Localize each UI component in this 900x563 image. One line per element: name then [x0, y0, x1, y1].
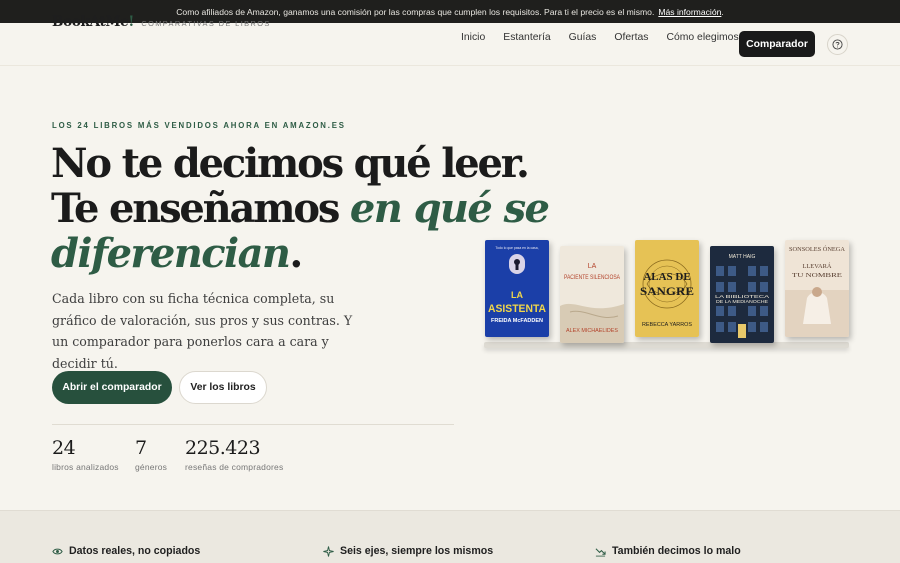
book-title-1: LA — [588, 263, 597, 270]
nav-link-inicio[interactable]: Inicio — [461, 32, 485, 43]
nav-link-como-elegimos[interactable]: Cómo elegimos — [666, 32, 738, 43]
book-cover-alas-de-sangre[interactable]: ALAS DE SANGRE REBECCA YARROS — [635, 240, 699, 337]
eye-icon — [52, 548, 63, 554]
feature-six-axes: Seis ejes, siempre los mismos — [323, 545, 493, 557]
book-cover-art: LA PACIENTE SILENCIOSA ALEX MICHAELIDES — [560, 246, 624, 343]
stat-genres: 7 géneros — [135, 437, 167, 472]
feature-label: Datos reales, no copiados — [69, 545, 201, 557]
book-cover-la-asistenta[interactable]: Todo lo que pasa en la casa, LA ASISTENT… — [485, 240, 549, 337]
book-title-1: ALAS DE — [643, 271, 690, 283]
stats-divider — [52, 424, 454, 425]
stat-label: géneros — [135, 462, 168, 472]
feature-label: También decimos lo malo — [612, 545, 741, 557]
book-title-2: TU NOMBRE — [792, 272, 842, 279]
hero-description: Cada libro con su ficha técnica completa… — [52, 291, 353, 371]
brand-exclamation: ! — [128, 14, 135, 30]
stat-books: 24 libros analizados — [52, 437, 119, 472]
nav-link-estanteria[interactable]: Estantería — [503, 32, 550, 43]
comparador-button[interactable]: Comparador — [739, 31, 815, 57]
hero-title-line2-accent: en qué se — [349, 185, 550, 232]
stat-reviews: 225.423 reseñas de compradores — [185, 437, 283, 472]
nav-link-guias[interactable]: Guías — [569, 32, 597, 43]
book-cover-la-biblioteca-de-la-medianoche[interactable]: MATT HAIG LA BIBLIOTECA DE LA MEDIANOCHE — [710, 246, 774, 343]
question-circle-icon — [832, 39, 843, 50]
hero-eyebrow: LOS 24 LIBROS MÁS VENDIDOS AHORA EN AMAZ… — [52, 121, 346, 130]
book-author: FREIDA McFADDEN — [491, 318, 543, 324]
hero-title-line1: No te decimos qué leer. — [51, 140, 530, 187]
nav-link-ofertas[interactable]: Ofertas — [614, 32, 648, 43]
book-title-1: LLEVARÁ — [803, 262, 832, 270]
trend-down-icon — [595, 547, 606, 556]
feature-the-bad: También decimos lo malo — [595, 545, 741, 557]
help-button[interactable] — [827, 34, 848, 55]
book-author: REBECCA YARROS — [642, 322, 692, 328]
open-comparator-button[interactable]: Abrir el comparador — [52, 371, 172, 404]
brand-subtitle: COMPARATIVAS DE LIBROS — [141, 19, 271, 28]
book-shelf — [484, 342, 849, 348]
hero-title-line3-accent: diferencian — [51, 230, 291, 277]
book-author: ALEX MICHAELIDES — [566, 328, 618, 334]
stat-value: 7 — [135, 437, 147, 459]
affiliate-notice-period: . — [721, 6, 724, 17]
sparkle-icon — [323, 545, 334, 557]
brand-name: BookAtMe — [52, 14, 129, 30]
hero-title-line2-plain: Te enseñamos — [51, 185, 350, 232]
more-info-link[interactable]: Más información — [658, 7, 721, 17]
book-cover-art: SONSOLES ÓNEGA LLEVARÁ TU NOMBRE — [785, 240, 849, 337]
hero-title-line3: diferencian. — [51, 231, 471, 276]
book-title-1: LA — [511, 290, 523, 300]
book-cover-la-paciente-silenciosa[interactable]: LA PACIENTE SILENCIOSA ALEX MICHAELIDES — [560, 246, 624, 343]
book-author: SONSOLES ÓNEGA — [789, 245, 845, 253]
book-cover-art: Todo lo que pasa en la casa, LA ASISTENT… — [485, 240, 549, 337]
hero-title: No te decimos qué leer. Te enseñamos en … — [51, 140, 550, 276]
stat-value: 24 — [52, 437, 76, 459]
book-tagline: Todo lo que pasa en la casa, — [495, 246, 538, 250]
hero-title-line2: Te enseñamos en qué se — [51, 185, 550, 232]
book-title-2: DE LA MEDIANOCHE — [716, 299, 768, 304]
features-strip: Datos reales, no copiados Seis ejes, sie… — [0, 510, 900, 563]
nav-links: Inicio Estantería Guías Ofertas Cómo ele… — [461, 32, 757, 43]
book-author: MATT HAIG — [729, 254, 756, 260]
hero-title-line3-end: . — [289, 230, 303, 277]
feature-real-data: Datos reales, no copiados — [52, 545, 200, 557]
book-title-2: PACIENTE SILENCIOSA — [564, 274, 621, 281]
feature-label: Seis ejes, siempre los mismos — [340, 545, 494, 557]
book-cover-llevara-tu-nombre[interactable]: SONSOLES ÓNEGA LLEVARÁ TU NOMBRE — [785, 240, 849, 337]
view-books-button[interactable]: Ver los libros — [179, 371, 267, 404]
book-cover-art: MATT HAIG LA BIBLIOTECA DE LA MEDIANOCHE — [710, 246, 774, 343]
stat-label: reseñas de compradores — [185, 462, 284, 472]
book-title-2: ASISTENTA — [488, 303, 546, 315]
book-title-2: SANGRE — [640, 284, 694, 298]
stat-value: 225.423 — [185, 437, 261, 459]
stat-label: libros analizados — [52, 462, 119, 472]
book-cover-art: ALAS DE SANGRE REBECCA YARROS — [635, 240, 699, 337]
brand-logo[interactable]: BookAtMe! COMPARATIVAS DE LIBROS — [52, 14, 271, 30]
